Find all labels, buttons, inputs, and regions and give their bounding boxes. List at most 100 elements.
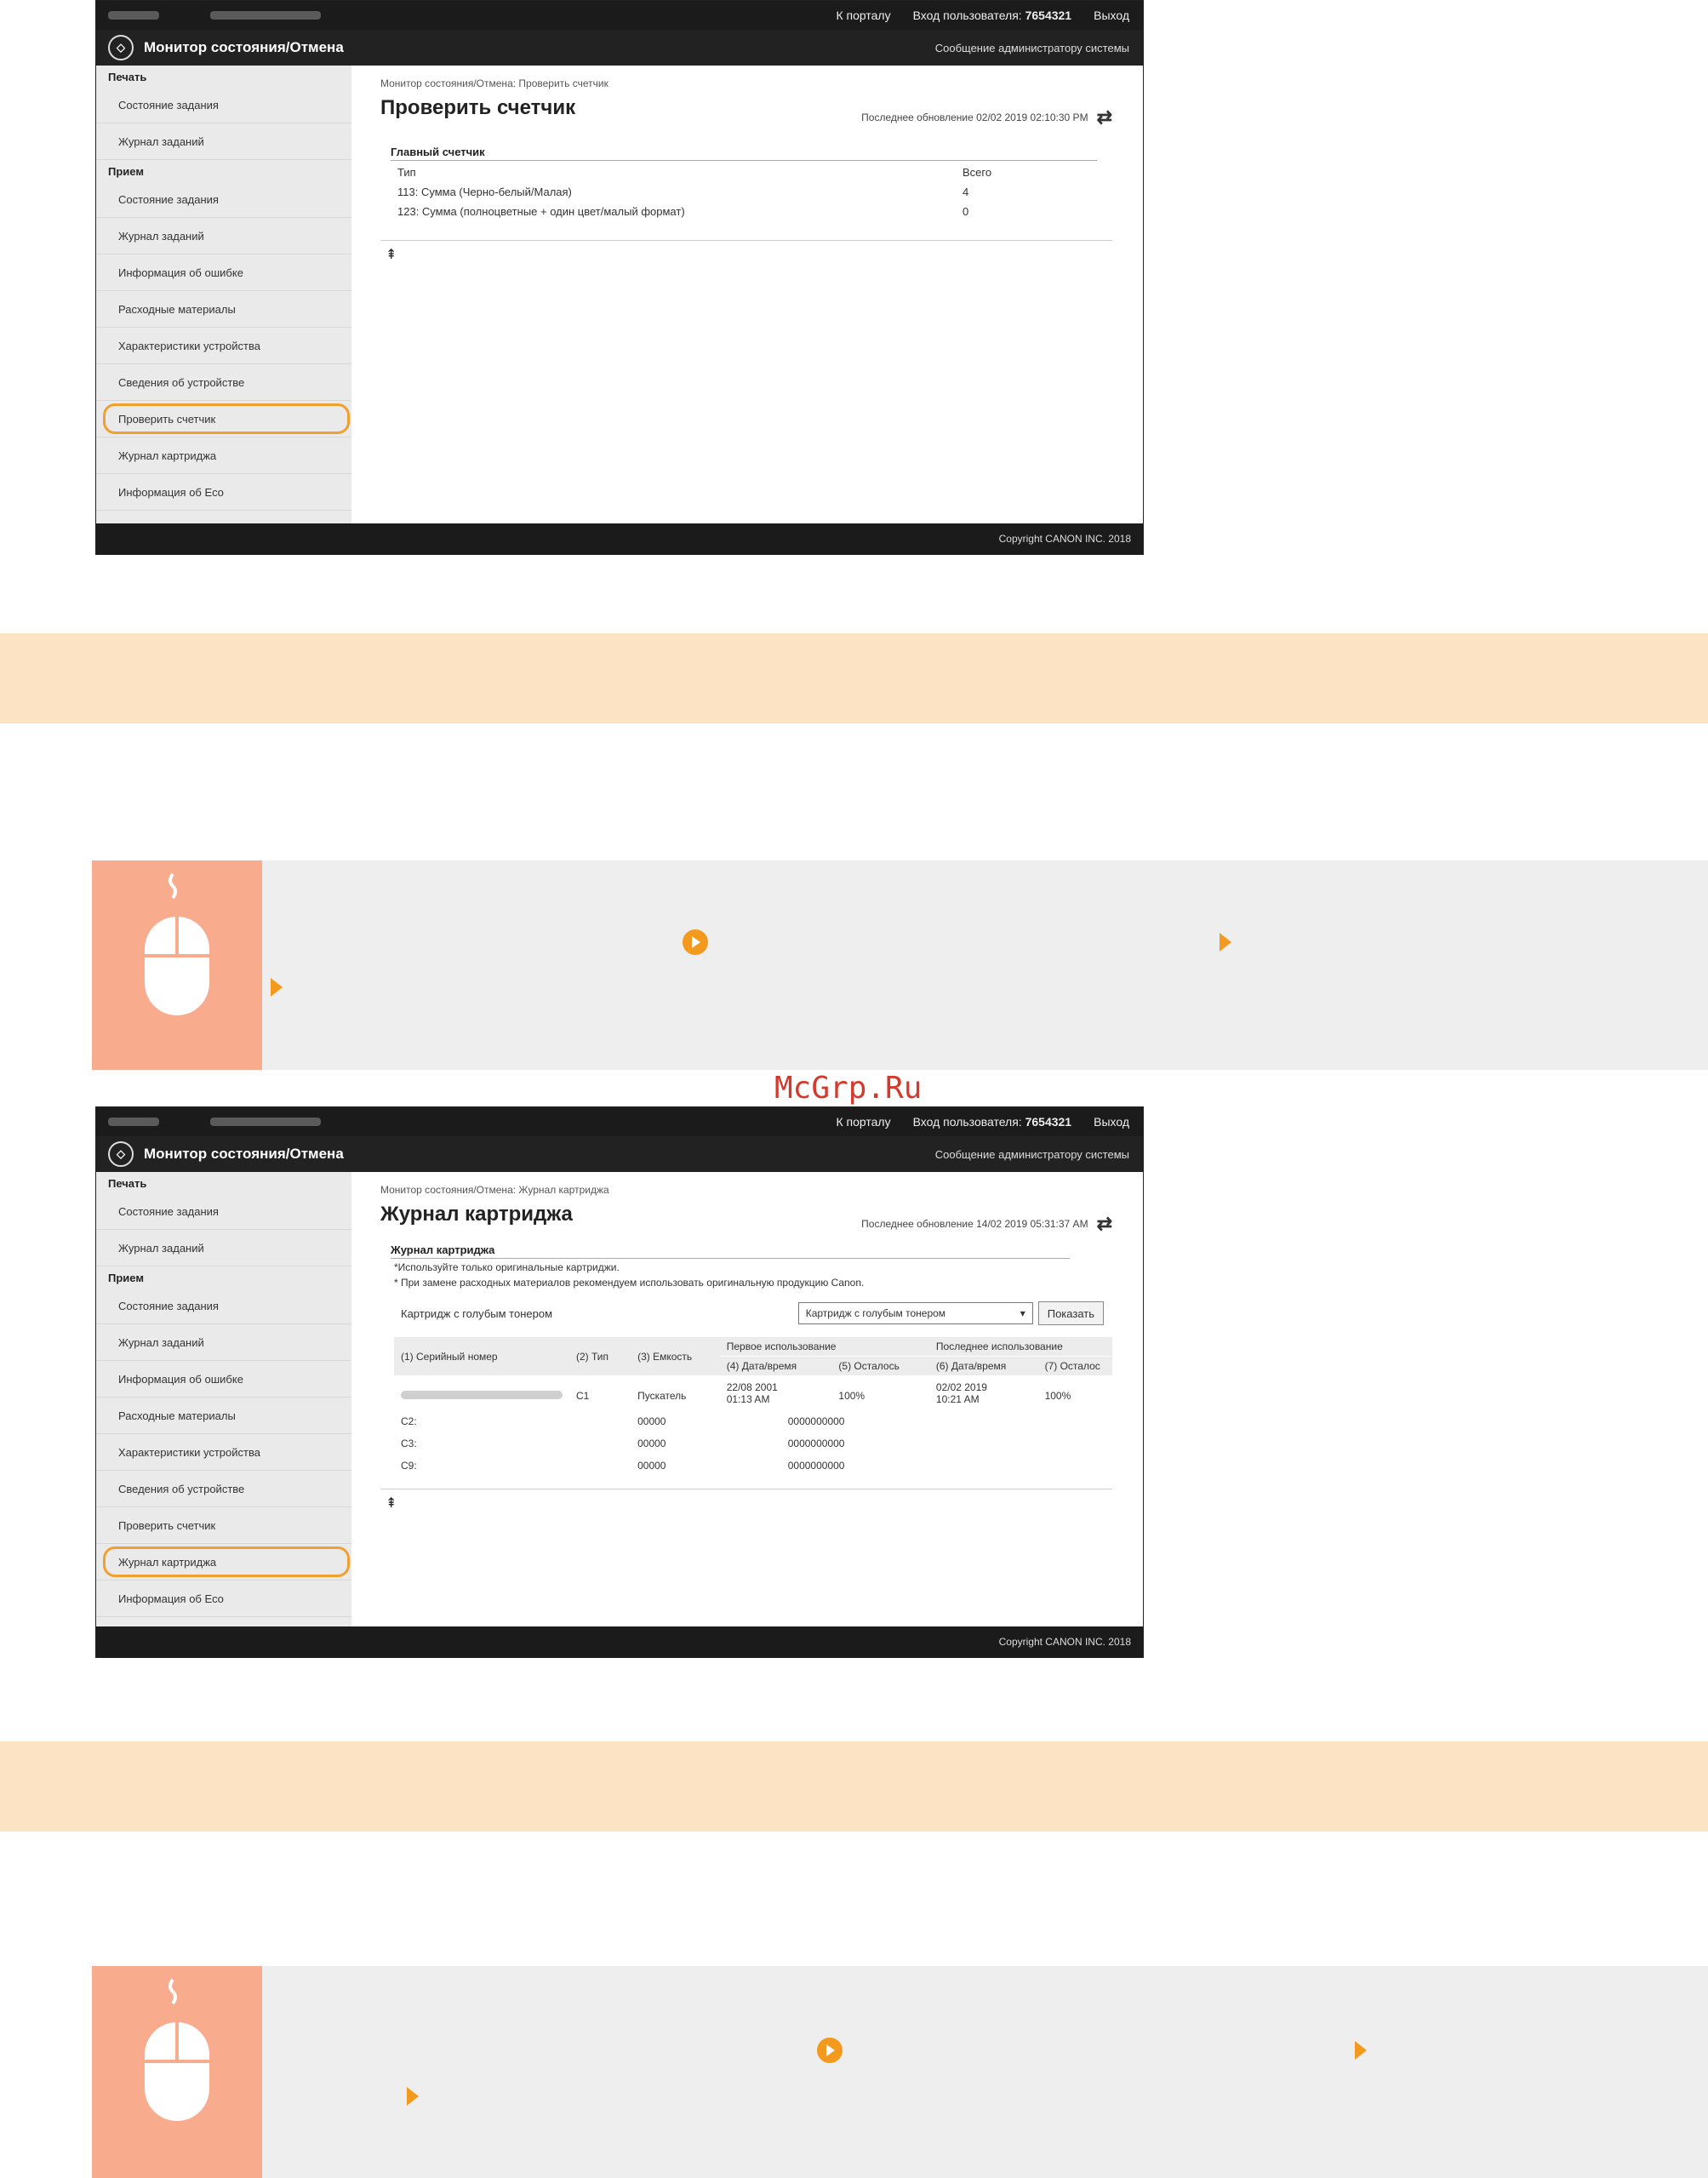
section-title: Главный счетчик [391, 146, 1097, 161]
portal-link[interactable]: К порталу [836, 9, 890, 22]
cartridge-select-value: Картридж с голубым тонером [805, 1307, 946, 1319]
sidebar-item-cartridge-log[interactable]: Журнал картриджа [96, 1544, 351, 1581]
sidebar: Печать Состояние задания Журнал заданий … [96, 1172, 351, 1626]
cartridge-select-row: Картридж с голубым тонером Картридж с го… [401, 1301, 1112, 1325]
user-id: 7654321 [1025, 1115, 1072, 1129]
cell-value: 0000000000 [787, 1438, 845, 1449]
cell-last-datetime: 02/02 2019 10:21 AM [929, 1376, 1038, 1411]
cartridge-select[interactable]: Картридж с голубым тонером ▾ [797, 1302, 1033, 1324]
sidebar-item-job-status[interactable]: Состояние задания [96, 181, 351, 218]
mouse-instruction-box [92, 860, 1708, 1070]
table-row: C9: 00000 0000000000 [394, 1455, 1112, 1477]
sidebar-item-check-counter[interactable]: Проверить счетчик [96, 1507, 351, 1544]
logout-link[interactable]: Выход [1094, 9, 1129, 22]
cell-first-left: 100% [838, 1390, 865, 1402]
sidebar-item-device-info[interactable]: Сведения об устройстве [96, 1471, 351, 1507]
table-row: 113: Сумма (Черно-белый/Малая) 4 [391, 180, 1097, 200]
sidebar-item-error-info[interactable]: Информация об ошибке [96, 1361, 351, 1398]
back-to-top-icon[interactable]: ⇞ [386, 246, 1112, 263]
table-row: 123: Сумма (полноцветные + один цвет/мал… [391, 200, 1097, 220]
refresh-icon[interactable]: ⇄ [1097, 106, 1112, 129]
sidebar-item-device-info[interactable]: Сведения об устройстве [96, 364, 351, 401]
section-title: Журнал картриджа [391, 1243, 1070, 1259]
admin-message-link[interactable]: Сообщение администратору системы [935, 1148, 1129, 1161]
sidebar-item-device-features[interactable]: Характеристики устройства [96, 1434, 351, 1471]
sidebar-item-error-info[interactable]: Информация об ошибке [96, 254, 351, 291]
col-capacity: (3) Емкость [631, 1337, 720, 1376]
sidebar-item-job-log[interactable]: Журнал заданий [96, 218, 351, 254]
logout-link[interactable]: Выход [1094, 1115, 1129, 1129]
sidebar-head-print: Печать [108, 1177, 147, 1190]
cell-type: C3: [401, 1438, 417, 1449]
show-button[interactable]: Показать [1037, 1301, 1104, 1325]
main-content: Монитор состояния/Отмена: Журнал картрид… [351, 1172, 1143, 1626]
row-type: 113: Сумма (Черно-белый/Малая) [397, 186, 572, 198]
sidebar-item-check-counter[interactable]: Проверить счетчик [96, 401, 351, 437]
mouse-instruction-box [92, 1966, 1708, 2178]
next-step-arrow-icon [1220, 933, 1231, 952]
step-band [0, 1741, 1708, 1832]
sidebar-item-consumables[interactable]: Расходные материалы [96, 291, 351, 328]
back-to-top-icon[interactable]: ⇞ [386, 1495, 1112, 1512]
table-row: C3: 00000 0000000000 [394, 1432, 1112, 1455]
next-step-arrow-icon [271, 978, 283, 997]
sidebar-item-device-features[interactable]: Характеристики устройства [96, 328, 351, 364]
sidebar-item-eco-info[interactable]: Информация об Eco [96, 1581, 351, 1617]
breadcrumb: Монитор состояния/Отмена: Проверить счет… [380, 77, 608, 89]
cell-first-date: 22/08 2001 [726, 1381, 778, 1393]
sidebar-item-print-job-log[interactable]: Журнал заданий [96, 1230, 351, 1266]
mouse-icon [92, 1966, 262, 2178]
col-serial: (1) Серийный номер [394, 1337, 569, 1376]
col-group-first-use: Первое использование [719, 1337, 929, 1357]
cell-last-date: 02/02 2019 [935, 1381, 987, 1393]
row-total: 0 [963, 205, 969, 218]
table-row: C2: 00000 0000000000 [394, 1410, 1112, 1432]
step-band [0, 633, 1708, 723]
remote-ui-screenshot-counter: К порталу Вход пользователя: 7654321 Вых… [95, 0, 1144, 555]
row-type: 123: Сумма (полноцветные + один цвет/мал… [397, 205, 685, 218]
col-type: Тип [397, 166, 416, 179]
sidebar-item-eco-info[interactable]: Информация об Eco [96, 474, 351, 511]
footer: Copyright CANON INC. 2018 [96, 1626, 1143, 1657]
footer: Copyright CANON INC. 2018 [96, 523, 1143, 554]
col-first-date: (4) Дата/время [719, 1356, 832, 1376]
col-last-date: (6) Дата/время [928, 1356, 1038, 1376]
col-type: (2) Тип [569, 1337, 631, 1376]
sidebar-item-job-log[interactable]: Журнал заданий [96, 1324, 351, 1361]
chevron-down-icon: ▾ [1020, 1307, 1025, 1319]
link-arrow-icon [683, 929, 708, 955]
table-header-row: (1) Серийный номер (2) Тип (3) Емкость П… [394, 1337, 1112, 1376]
col-group-last-use: Последнее использование [928, 1337, 1112, 1357]
col-last-left: (7) Осталос [1037, 1356, 1112, 1376]
table-header: Тип Всего [391, 161, 1097, 180]
blurred-device-name [96, 1, 321, 30]
watermark: McGrp.Ru [774, 1071, 923, 1106]
app-title: Монитор состояния/Отмена [144, 1146, 344, 1162]
main-counter-section: Главный счетчик Тип Всего 113: Сумма (Че… [391, 146, 1097, 220]
link-arrow-icon [817, 2038, 843, 2063]
sidebar-item-job-status[interactable]: Состояние задания [96, 1288, 351, 1324]
row-total: 4 [963, 186, 969, 198]
sidebar-item-print-job-status[interactable]: Состояние задания [96, 87, 351, 123]
cartridge-log-table: (1) Серийный номер (2) Тип (3) Емкость П… [394, 1337, 1112, 1477]
table-row: C1 Пускатель 22/08 2001 01:13 AM 100% 02/… [394, 1376, 1112, 1411]
portal-link[interactable]: К порталу [836, 1115, 890, 1129]
remote-ui-screenshot-cartridge-log: К порталу Вход пользователя: 7654321 Вых… [95, 1106, 1144, 1658]
sidebar-head-print: Печать [108, 71, 147, 83]
cell-type: C2: [401, 1415, 417, 1427]
blurred-device-name [96, 1107, 321, 1136]
refresh-icon[interactable]: ⇄ [1097, 1213, 1112, 1235]
login-label: Вход пользователя: [912, 1115, 1022, 1129]
sidebar-item-print-job-log[interactable]: Журнал заданий [96, 123, 351, 160]
sidebar: Печать Состояние задания Журнал заданий … [96, 66, 351, 523]
sidebar-head-receive: Прием [108, 165, 144, 178]
main-content: Монитор состояния/Отмена: Проверить счет… [351, 66, 1143, 523]
sidebar-item-consumables[interactable]: Расходные материалы [96, 1398, 351, 1434]
col-total: Всего [963, 166, 992, 179]
sidebar-item-cartridge-log[interactable]: Журнал картриджа [96, 437, 351, 474]
last-updated: Последнее обновление 02/02 2019 02:10:30… [861, 106, 1112, 129]
next-step-arrow-icon [407, 2087, 419, 2106]
cell-first-datetime: 22/08 2001 01:13 AM [720, 1376, 832, 1411]
admin-message-link[interactable]: Сообщение администратору системы [935, 42, 1129, 54]
sidebar-item-print-job-status[interactable]: Состояние задания [96, 1193, 351, 1230]
